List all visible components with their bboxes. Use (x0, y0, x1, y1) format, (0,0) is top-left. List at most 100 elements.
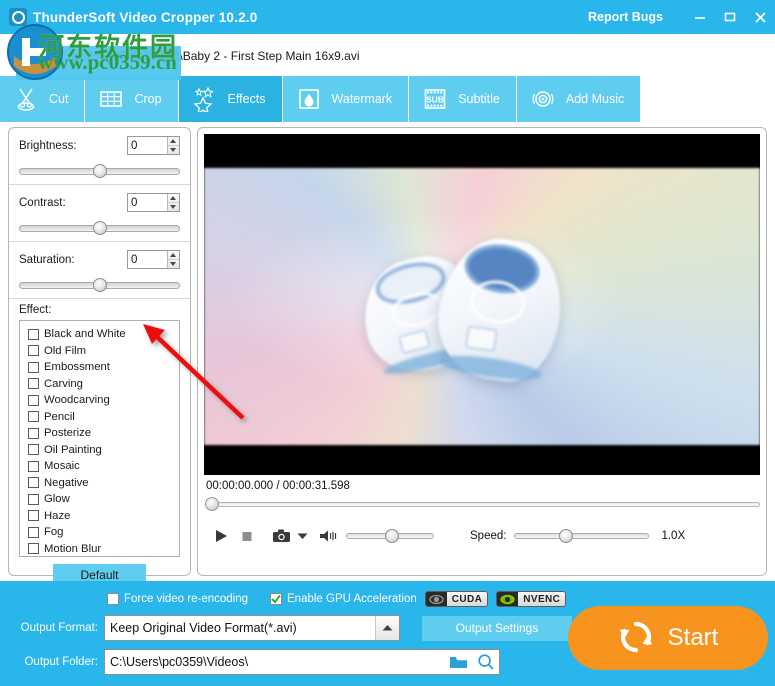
seek-knob[interactable] (205, 497, 219, 511)
effect-label: Embossment (44, 361, 110, 374)
checkbox-icon[interactable] (28, 543, 39, 555)
brightness-slider[interactable] (19, 164, 180, 178)
stop-icon[interactable] (234, 524, 260, 548)
report-bugs-link[interactable]: Report Bugs (588, 10, 663, 24)
slider-knob[interactable] (92, 221, 107, 235)
checkbox-icon[interactable] (28, 411, 39, 423)
camera-icon[interactable] (268, 524, 294, 548)
effect-item-woodcarving[interactable]: Woodcarving (28, 392, 175, 409)
effect-label: Pencil (44, 410, 75, 423)
effect-item-fog[interactable]: Fog (28, 524, 175, 541)
speaker-icon[interactable] (318, 524, 340, 548)
subtitle-film-icon: SUB (421, 85, 449, 113)
chevron-up-icon[interactable] (375, 616, 399, 640)
checkbox-icon[interactable] (28, 444, 39, 456)
brightness-input[interactable] (128, 137, 167, 154)
add-file-button[interactable]: Add File (12, 45, 60, 65)
video-frame-image (204, 168, 760, 445)
effect-checkbox-list: Black and White Old Film Embossment Carv… (19, 320, 180, 557)
output-folder-value: C:\Users\pc0359\Videos\ (110, 655, 249, 669)
checkbox-icon[interactable] (28, 345, 39, 357)
seek-bar[interactable] (204, 497, 760, 511)
stepper-arrows[interactable] (166, 251, 179, 269)
brightness-stepper[interactable] (127, 136, 180, 155)
chevron-down-icon[interactable] (294, 524, 310, 548)
maximize-icon[interactable] (715, 0, 745, 34)
minimize-icon[interactable] (685, 0, 715, 34)
stepper-up-icon[interactable] (167, 194, 179, 203)
file-bar: Add File \pc0359\桌面\新视频\Baby 2 - First S… (0, 34, 775, 76)
output-settings-button[interactable]: Output Settings (422, 615, 572, 641)
folder-icon[interactable] (445, 650, 472, 674)
file-path-label: \pc0359\桌面\新视频\Baby 2 - First Step Main … (70, 48, 360, 63)
svg-text:SUB: SUB (426, 95, 444, 105)
checkbox-icon[interactable] (28, 493, 39, 505)
slider-knob[interactable] (558, 529, 573, 543)
effect-item-oil-painting[interactable]: Oil Painting (28, 442, 175, 459)
stepper-down-icon[interactable] (168, 203, 179, 212)
contrast-stepper[interactable] (127, 193, 180, 212)
stepper-down-icon[interactable] (168, 146, 179, 155)
checkbox-icon[interactable] (28, 526, 39, 538)
title-bar: ThunderSoft Video Cropper 10.2.0 Report … (0, 0, 775, 34)
force-reencode-checkbox[interactable] (107, 593, 119, 605)
contrast-input[interactable] (128, 194, 167, 211)
effect-item-negative[interactable]: Negative (28, 475, 175, 492)
close-icon[interactable] (745, 0, 775, 34)
output-folder-field[interactable]: C:\Users\pc0359\Videos\ (104, 649, 500, 675)
checkbox-icon[interactable] (28, 510, 39, 522)
checkbox-icon[interactable] (28, 477, 39, 489)
tab-add-music[interactable]: Add Music (516, 76, 642, 122)
tab-watermark[interactable]: Watermark (282, 76, 410, 122)
checkbox-icon[interactable] (28, 460, 39, 472)
saturation-stepper[interactable] (127, 250, 180, 269)
stepper-up-icon[interactable] (167, 251, 179, 260)
checkbox-icon[interactable] (28, 378, 39, 390)
slider-knob[interactable] (92, 278, 107, 292)
saturation-group: Saturation: (9, 242, 190, 299)
checkbox-icon[interactable] (28, 394, 39, 406)
checkbox-icon[interactable] (28, 427, 39, 439)
effect-item-pencil[interactable]: Pencil (28, 409, 175, 426)
output-format-value: Keep Original Video Format(*.avi) (110, 621, 297, 635)
speed-slider[interactable] (514, 529, 650, 543)
effect-item-haze[interactable]: Haze (28, 508, 175, 525)
slider-knob[interactable] (384, 529, 399, 543)
effect-item-carving[interactable]: Carving (28, 376, 175, 393)
tab-label: Add Music (565, 92, 625, 106)
effect-item-old-film[interactable]: Old Film (28, 343, 175, 360)
stepper-up-icon[interactable] (167, 137, 179, 146)
baby-shoes-subject (352, 229, 582, 390)
effect-item-mosaic[interactable]: Mosaic (28, 458, 175, 475)
search-icon[interactable] (472, 650, 499, 674)
checkbox-icon[interactable] (28, 328, 39, 340)
tab-subtitle[interactable]: SUB Subtitle (409, 76, 517, 122)
checkbox-icon[interactable] (28, 361, 39, 373)
tab-effects[interactable]: Effects (178, 76, 283, 122)
slider-knob[interactable] (92, 164, 107, 178)
stepper-down-icon[interactable] (168, 260, 179, 269)
effect-item-black-and-white[interactable]: Black and White (28, 326, 175, 343)
start-button[interactable]: Start (568, 606, 768, 670)
effect-item-posterize[interactable]: Posterize (28, 425, 175, 442)
saturation-slider[interactable] (19, 278, 180, 292)
tab-crop[interactable]: Crop (85, 76, 179, 122)
stepper-arrows[interactable] (166, 194, 179, 212)
effect-item-embossment[interactable]: Embossment (28, 359, 175, 376)
effect-label: Motion Blur (44, 542, 102, 555)
effects-panel: Brightness: Contrast: (8, 127, 191, 586)
saturation-input[interactable] (128, 251, 167, 268)
stepper-arrows[interactable] (166, 137, 179, 155)
contrast-slider[interactable] (19, 221, 180, 235)
effect-item-glow[interactable]: Glow (28, 491, 175, 508)
player-controls: Speed: 1.0X (204, 524, 760, 548)
tab-cut[interactable]: Cut (0, 76, 86, 122)
effect-item-motion-blur[interactable]: Motion Blur (28, 541, 175, 557)
volume-slider[interactable] (346, 529, 434, 543)
output-format-select[interactable]: Keep Original Video Format(*.avi) (104, 615, 400, 641)
force-reencode-label: Force video re-encoding (124, 593, 249, 605)
main-body: Brightness: Contrast: (0, 122, 775, 586)
gpu-acceleration-checkbox[interactable] (270, 593, 283, 605)
play-icon[interactable] (208, 524, 234, 548)
video-preview[interactable] (204, 134, 760, 475)
